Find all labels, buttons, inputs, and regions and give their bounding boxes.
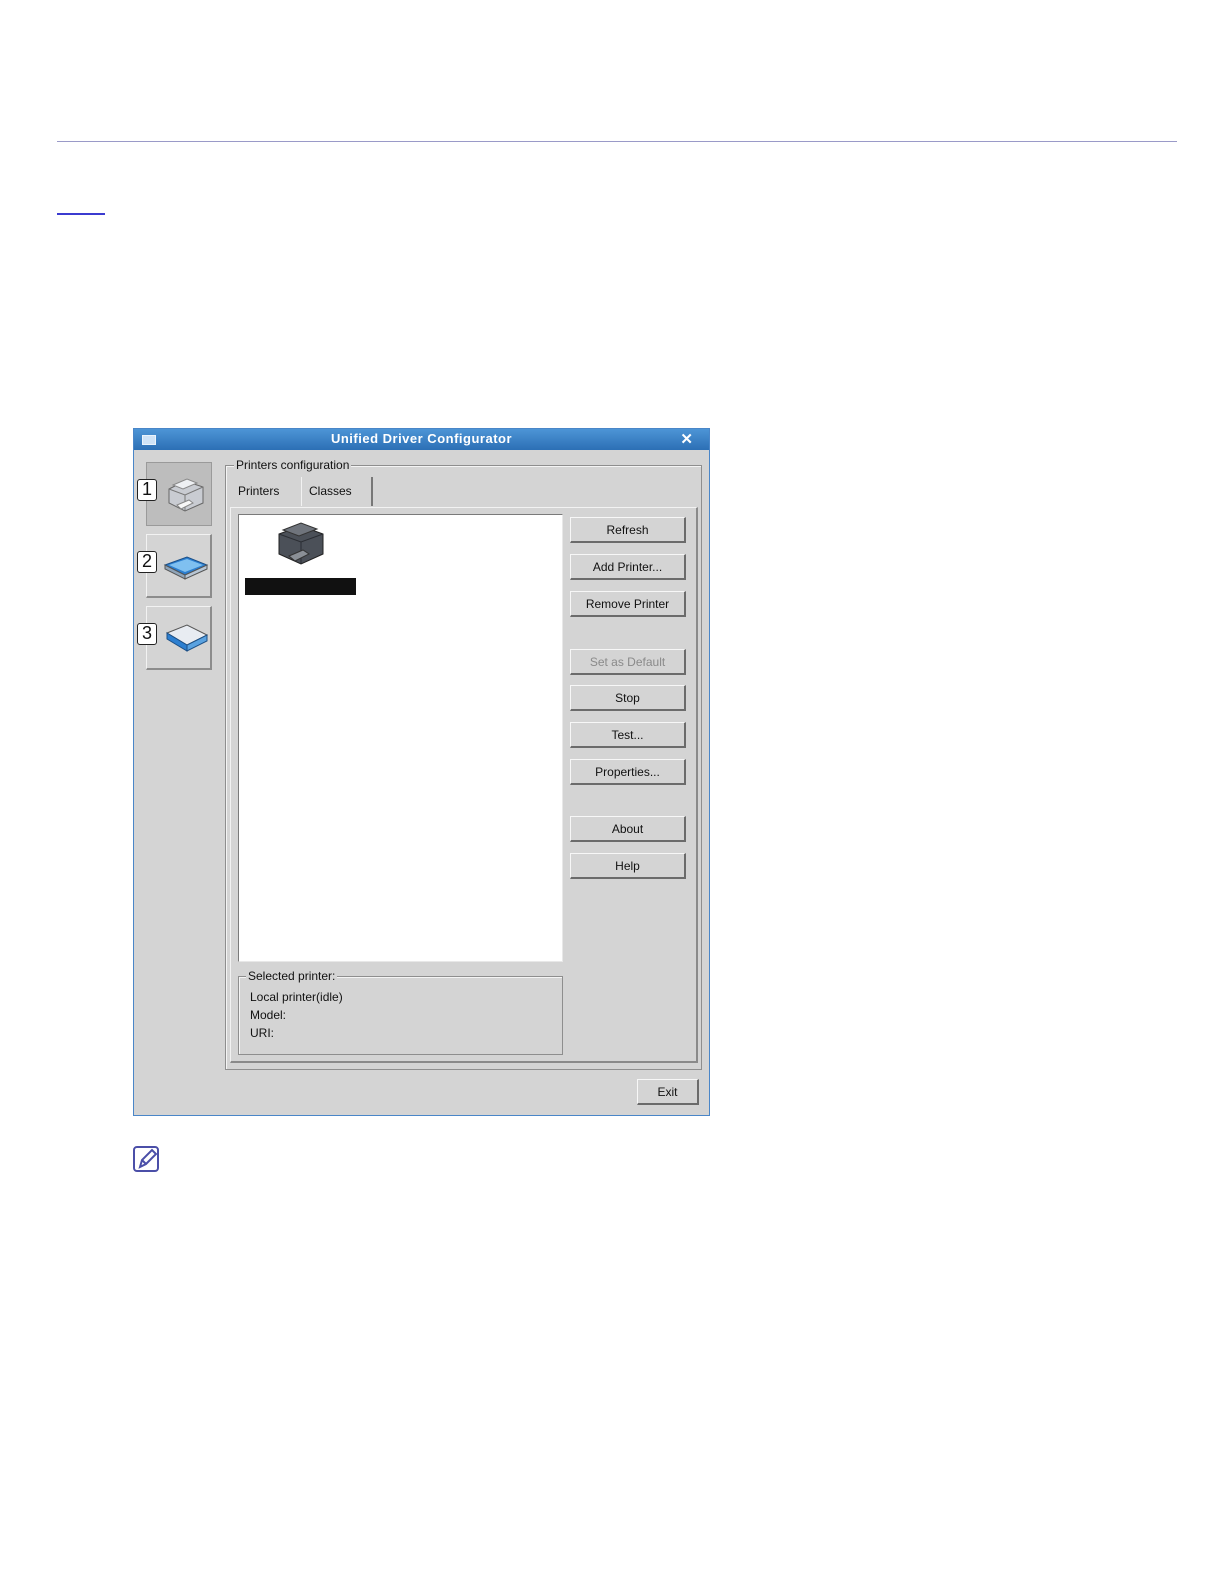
printer-icon	[278, 522, 324, 565]
add-printer-button[interactable]: Add Printer...	[570, 554, 686, 580]
sidebar-item-ports[interactable]: 3	[137, 606, 212, 670]
tab-classes[interactable]: Classes	[301, 477, 373, 506]
printers-configuration-legend: Printers configuration	[234, 458, 352, 472]
selected-printer-uri: URI:	[250, 1026, 274, 1040]
printer-name-label	[245, 578, 356, 595]
close-icon[interactable]: ✕	[680, 430, 693, 448]
page-divider	[57, 141, 1177, 142]
selected-printer-group	[238, 976, 563, 1055]
note-icon	[133, 1146, 159, 1172]
printer-list-item[interactable]	[245, 520, 357, 597]
scanner-icon	[163, 556, 209, 580]
about-button[interactable]: About	[570, 816, 686, 842]
test-button[interactable]: Test...	[570, 722, 686, 748]
selected-printer-legend: Selected printer:	[246, 969, 338, 983]
refresh-button[interactable]: Refresh	[570, 517, 686, 543]
properties-button[interactable]: Properties...	[570, 759, 686, 785]
top-link-underline[interactable]	[57, 213, 105, 215]
unified-driver-configurator-window: Unified Driver Configurator ✕ 1 2 3 Prin…	[133, 428, 710, 1116]
set-as-default-button[interactable]: Set as Default	[570, 649, 686, 675]
callout-badge-1: 1	[137, 479, 157, 501]
callout-badge-2: 2	[137, 551, 157, 573]
sidebar-item-printers[interactable]: 1	[137, 462, 212, 526]
window-title: Unified Driver Configurator	[330, 431, 513, 446]
selected-printer-status: Local printer(idle)	[250, 990, 343, 1004]
port-icon	[165, 624, 209, 652]
printer-icon	[168, 478, 204, 512]
tab-printers[interactable]: Printers	[231, 477, 297, 506]
stop-button[interactable]: Stop	[570, 685, 686, 711]
exit-button[interactable]: Exit	[637, 1079, 699, 1105]
sidebar-item-scanners[interactable]: 2	[137, 534, 212, 598]
selected-printer-model: Model:	[250, 1008, 287, 1022]
callout-badge-3: 3	[137, 623, 157, 645]
title-bar[interactable]: Unified Driver Configurator ✕	[134, 429, 709, 450]
printer-list[interactable]	[238, 514, 563, 962]
remove-printer-button[interactable]: Remove Printer	[570, 591, 686, 617]
help-button[interactable]: Help	[570, 853, 686, 879]
